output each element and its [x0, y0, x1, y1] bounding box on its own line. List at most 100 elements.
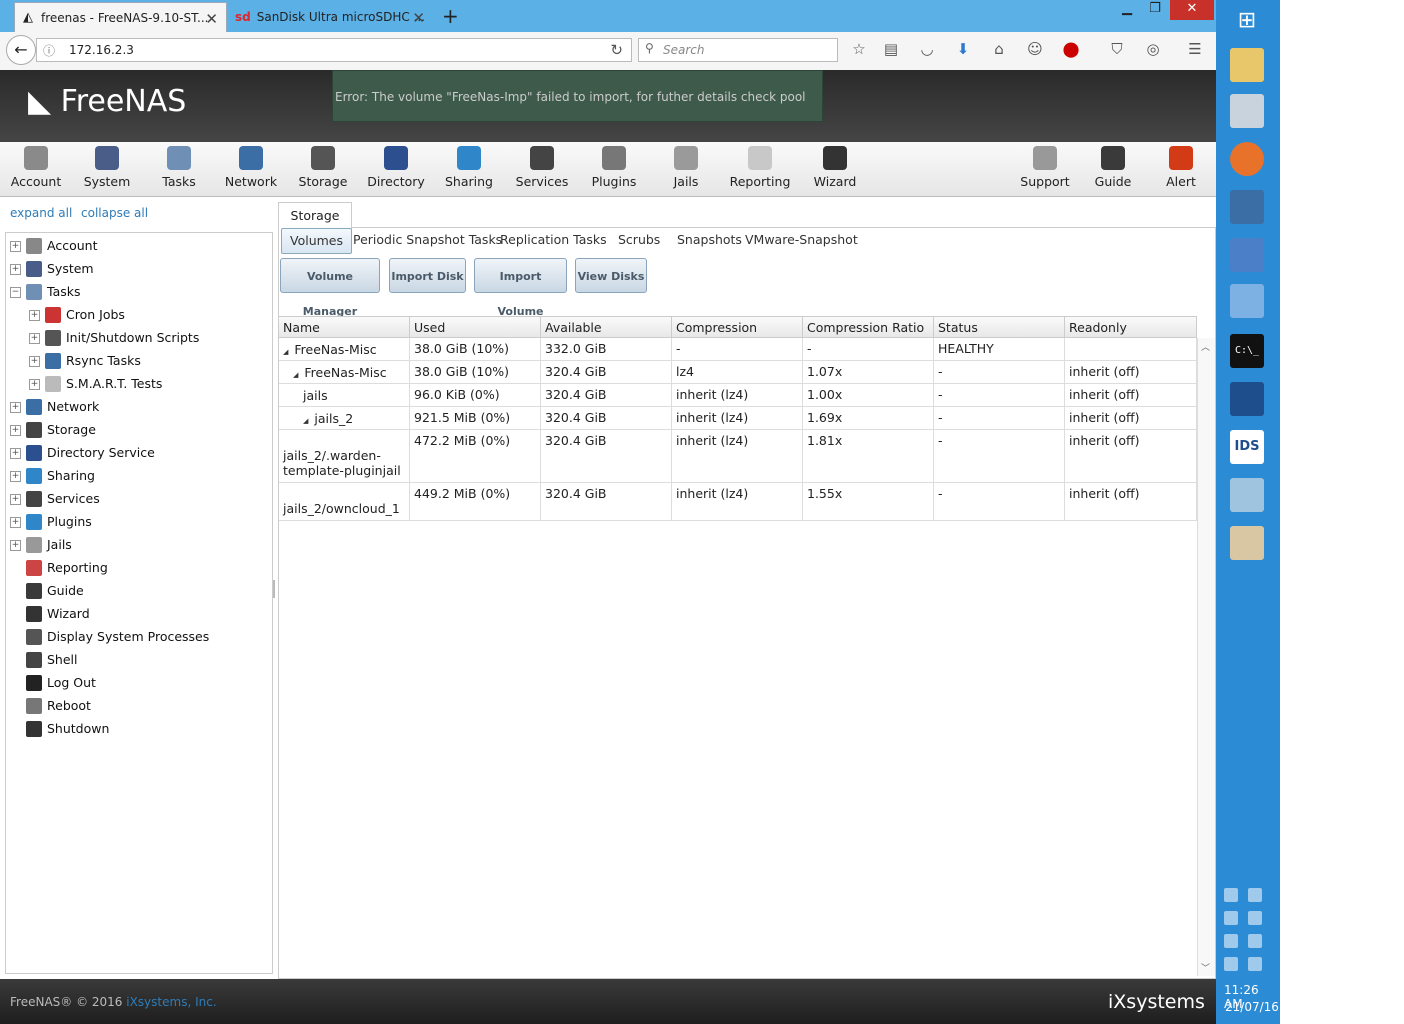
- column-header-compression[interactable]: Compression: [672, 316, 803, 338]
- expand-icon[interactable]: +: [10, 540, 21, 551]
- sidebar-item-directory-service[interactable]: + Directory Service: [10, 444, 266, 462]
- expand-icon[interactable]: +: [10, 494, 21, 505]
- extension-icon[interactable]: ◎: [1142, 40, 1164, 58]
- windows-start-icon[interactable]: ⊞: [1230, 4, 1264, 38]
- close-window-button[interactable]: ✕: [1170, 0, 1214, 20]
- toolbar-wizard-button[interactable]: Wizard: [803, 146, 867, 189]
- sidebar-item-system[interactable]: + System: [10, 260, 266, 278]
- expand-icon[interactable]: +: [10, 448, 21, 459]
- table-row[interactable]: jails_2/.warden- template-pluginjail 472.…: [279, 430, 1197, 483]
- expand-icon[interactable]: +: [10, 517, 21, 528]
- server-manager-icon[interactable]: [1230, 94, 1264, 128]
- sidebar-item-jails[interactable]: + Jails: [10, 536, 266, 554]
- sidebar-item-sharing[interactable]: + Sharing: [10, 467, 266, 485]
- sidebar-item-reboot[interactable]: Reboot: [10, 697, 266, 715]
- import-volume-button[interactable]: Import Volume: [474, 258, 567, 318]
- toolbar-sharing-button[interactable]: Sharing: [437, 146, 501, 189]
- column-header-available[interactable]: Available: [541, 316, 672, 338]
- cmd-icon[interactable]: C:\_: [1230, 334, 1264, 368]
- column-header-compression-ratio[interactable]: Compression Ratio: [803, 316, 934, 338]
- ids-icon[interactable]: IDS: [1230, 430, 1264, 464]
- virtualbox-icon[interactable]: [1230, 382, 1264, 416]
- restore-button[interactable]: ❐: [1142, 0, 1168, 20]
- collapse-all-link[interactable]: collapse all: [81, 206, 148, 220]
- expand-icon[interactable]: +: [10, 402, 21, 413]
- reading-list-icon[interactable]: ▤: [880, 40, 902, 58]
- tab-storage[interactable]: Storage: [278, 202, 352, 229]
- sidebar-item-shell[interactable]: Shell: [10, 651, 266, 669]
- file-explorer-icon[interactable]: [1230, 48, 1264, 82]
- expand-arrow-icon[interactable]: ◢: [293, 371, 298, 379]
- column-header-status[interactable]: Status: [934, 316, 1065, 338]
- close-tab-icon[interactable]: ✕: [205, 10, 218, 28]
- reload-icon[interactable]: ↻: [610, 41, 623, 59]
- column-header-name[interactable]: Name: [279, 316, 410, 338]
- scroll-down-icon[interactable]: ﹀: [1201, 961, 1210, 974]
- expand-icon[interactable]: +: [10, 264, 21, 275]
- sidebar-item-rsync-tasks[interactable]: + Rsync Tasks: [29, 352, 266, 370]
- sidebar-item-s-m-a-r-t-tests[interactable]: + S.M.A.R.T. Tests: [29, 375, 266, 393]
- shield-tray-icon[interactable]: [1248, 911, 1262, 925]
- minimize-button[interactable]: ▁: [1114, 0, 1140, 20]
- table-scrollbar[interactable]: ︿ ﹀: [1197, 338, 1215, 976]
- info-icon[interactable]: ⓘ: [43, 42, 55, 59]
- subtab-periodic-snapshot-tasks[interactable]: Periodic Snapshot Tasks: [353, 228, 502, 252]
- company-link[interactable]: iXsystems, Inc.: [126, 995, 216, 1009]
- clock-date[interactable]: 21/07/16: [1225, 1000, 1279, 1014]
- toolbar-alert-button[interactable]: Alert: [1149, 146, 1213, 189]
- adblock-icon[interactable]: ⬤: [1060, 40, 1082, 58]
- paint-icon[interactable]: [1230, 526, 1264, 560]
- column-header-readonly[interactable]: Readonly: [1065, 316, 1197, 338]
- toolbar-storage-button[interactable]: Storage: [291, 146, 355, 189]
- url-bar[interactable]: ⓘ 172.16.2.3 ↻: [36, 38, 632, 62]
- expand-arrow-icon[interactable]: ◢: [283, 348, 288, 356]
- sidebar-item-account[interactable]: + Account: [10, 237, 266, 255]
- expand-arrow-icon[interactable]: ◢: [303, 417, 308, 425]
- sidebar-item-network[interactable]: + Network: [10, 398, 266, 416]
- sidebar-item-log-out[interactable]: Log Out: [10, 674, 266, 692]
- network-tray-icon[interactable]: [1224, 888, 1238, 902]
- collapse-icon[interactable]: −: [10, 287, 21, 298]
- new-tab-button[interactable]: +: [442, 4, 459, 28]
- table-row[interactable]: jails 96.0 KiB (0%) 320.4 GiB inherit (lz4)…: [279, 384, 1197, 407]
- table-row[interactable]: ◢ jails_2 921.5 MiB (0%) 320.4 GiB inherit (…: [279, 407, 1197, 430]
- expand-icon[interactable]: +: [10, 471, 21, 482]
- display-tray-icon[interactable]: [1248, 934, 1262, 948]
- rdp-client-icon[interactable]: [1230, 284, 1264, 318]
- flag-tray-icon[interactable]: [1224, 911, 1238, 925]
- menu-icon[interactable]: ☰: [1184, 40, 1206, 58]
- sidebar-item-tasks[interactable]: − Tasks: [10, 283, 266, 301]
- sidebar-item-plugins[interactable]: + Plugins: [10, 513, 266, 531]
- expand-icon[interactable]: +: [10, 241, 21, 252]
- powershell-icon[interactable]: [1230, 190, 1264, 224]
- sidebar-item-services[interactable]: + Services: [10, 490, 266, 508]
- table-row[interactable]: ◢ FreeNas-Misc 38.0 GiB (10%) 332.0 GiB - - HE…: [279, 338, 1197, 361]
- sidebar-item-guide[interactable]: Guide: [10, 582, 266, 600]
- vpn-tray-icon[interactable]: [1224, 957, 1238, 971]
- toolbar-account-button[interactable]: Account: [4, 146, 68, 189]
- emoji-icon[interactable]: ☺: [1024, 40, 1046, 58]
- expand-icon[interactable]: +: [10, 425, 21, 436]
- close-tab-icon[interactable]: ✕: [412, 9, 425, 27]
- sidebar-item-init-shutdown-scripts[interactable]: + Init/Shutdown Scripts: [29, 329, 266, 347]
- toolbar-plugins-button[interactable]: Plugins: [582, 146, 646, 189]
- sidebar-item-shutdown[interactable]: Shutdown: [10, 720, 266, 738]
- subtab-volumes[interactable]: Volumes: [281, 228, 353, 254]
- toolbar-services-button[interactable]: Services: [510, 146, 574, 189]
- expand-all-link[interactable]: expand all: [10, 206, 72, 220]
- table-row[interactable]: jails_2/owncloud_1 449.2 MiB (0%) 320.4 Gi…: [279, 483, 1197, 521]
- home-icon[interactable]: ⌂: [988, 40, 1010, 58]
- search-bar[interactable]: ⚲ Search: [638, 38, 838, 62]
- subtab-vmware-snapshot[interactable]: VMware-Snapshot: [745, 228, 858, 252]
- toolbar-system-button[interactable]: System: [75, 146, 139, 189]
- browser-tab-sandisk[interactable]: sd SanDisk Ultra microSDHC ... ✕: [227, 2, 433, 32]
- volume-manager-button[interactable]: Volume Manager: [280, 258, 380, 318]
- browser-tab-freenas[interactable]: ◭ freenas - FreeNAS-9.10-ST... ✕: [14, 2, 227, 32]
- toolbar-network-button[interactable]: Network: [219, 146, 283, 189]
- toolbar-tasks-button[interactable]: Tasks: [147, 146, 211, 189]
- expand-icon[interactable]: +: [29, 310, 40, 321]
- sidebar-item-display-system-processes[interactable]: Display System Processes: [10, 628, 266, 646]
- remote-desktop-icon[interactable]: [1230, 238, 1264, 272]
- scroll-up-icon[interactable]: ︿: [1201, 340, 1210, 353]
- eye-tray-icon[interactable]: [1248, 888, 1262, 902]
